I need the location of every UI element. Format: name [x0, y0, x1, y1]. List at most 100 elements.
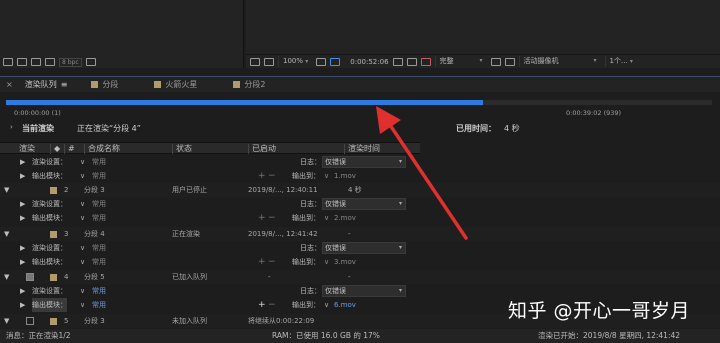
project-toolbar: 8 bpc: [0, 56, 244, 68]
mask-visibility-icon[interactable]: [330, 57, 341, 66]
log-label: 日志：: [300, 158, 321, 166]
queue-column-header: 渲染 ◆ # 合成名称 状态 已启动 渲染时间: [0, 142, 420, 154]
log-dropdown[interactable]: 仅错误 ▾: [322, 156, 406, 168]
resolution-select[interactable]: 完整 ▾: [434, 56, 487, 67]
comp-color-swatch: [233, 81, 241, 88]
show-snapshot-icon[interactable]: [406, 57, 417, 66]
output-file[interactable]: 3.mov: [334, 255, 356, 269]
tab-label: 渲染队列: [24, 80, 57, 89]
output-module-value[interactable]: 常用: [92, 298, 106, 312]
collapse-arrow-icon[interactable]: ▼: [4, 227, 9, 241]
expand-arrow-icon[interactable]: ▶: [20, 169, 25, 183]
add-output-icon[interactable]: +: [258, 255, 266, 269]
camera-select[interactable]: 活动摄像机 ▾: [518, 56, 601, 67]
tab-segment[interactable]: 分段: [83, 79, 134, 90]
project-settings-icon[interactable]: [45, 58, 55, 66]
remove-output-icon[interactable]: −: [268, 211, 276, 225]
col-status[interactable]: 状态: [172, 144, 192, 154]
queue-item-row[interactable]: ▼ 4 分段 5 已加入队列 - -: [0, 270, 720, 284]
collapse-arrow-icon[interactable]: ▼: [4, 314, 9, 328]
tab-label: 分段: [102, 80, 119, 89]
view-layout-select[interactable]: 1个... ▾: [604, 56, 637, 67]
output-module-label: 输出模块：: [32, 172, 67, 180]
new-composition-icon[interactable]: [31, 58, 41, 66]
queue-item-row[interactable]: ▼ 2 分段 3 用户已停止 2019/8/..., 12:40:11 4 秒: [0, 183, 720, 197]
output-file[interactable]: 1.mov: [334, 169, 356, 183]
render-checkbox[interactable]: [26, 317, 34, 325]
message-text: 消息：正在渲染1/2: [6, 331, 71, 340]
expand-arrow-icon[interactable]: ▶: [20, 155, 25, 169]
remove-output-icon[interactable]: −: [268, 255, 276, 269]
item-render-time: 4 秒: [348, 186, 362, 194]
always-preview-icon[interactable]: [250, 57, 260, 66]
interpret-footage-icon[interactable]: [3, 58, 13, 66]
output-module-label: 输出模块：: [32, 258, 67, 266]
expand-arrow-icon[interactable]: ▶: [20, 197, 25, 211]
render-settings-value[interactable]: 常用: [92, 284, 106, 298]
watermark-text: 知乎 @开心一哥岁月: [508, 300, 691, 322]
snapshot-icon[interactable]: [392, 57, 403, 66]
collapse-arrow-icon[interactable]: ▼: [4, 183, 9, 197]
label-color-swatch[interactable]: [50, 230, 57, 238]
add-output-icon[interactable]: +: [258, 211, 266, 225]
expand-arrow-icon[interactable]: ▶: [20, 211, 25, 225]
label-color-swatch[interactable]: [50, 317, 57, 325]
item-started: -: [268, 273, 271, 281]
zoom-select[interactable]: 100% ▾: [278, 56, 312, 67]
col-started[interactable]: 已启动: [248, 144, 276, 154]
queue-item-row[interactable]: ▼ 3 分段 4 正在渲染 2019/8/..., 12:41:42 -: [0, 227, 720, 241]
render-settings-value[interactable]: 常用: [92, 241, 106, 255]
bpc-button[interactable]: 8 bpc: [59, 57, 82, 67]
log-dropdown[interactable]: 仅错误 ▾: [322, 198, 406, 210]
tab-segment-2[interactable]: 分段2: [213, 79, 281, 90]
render-settings-value[interactable]: 常用: [92, 155, 106, 169]
expand-arrow-icon[interactable]: ▶: [20, 241, 25, 255]
item-number: 5: [64, 317, 69, 325]
render-checkbox[interactable]: [26, 273, 34, 281]
item-number: 4: [64, 273, 69, 281]
tab-render-queue[interactable]: 渲染队列 ≡: [17, 79, 84, 90]
remove-output-icon[interactable]: −: [268, 169, 276, 183]
expand-arrow-icon[interactable]: ▶: [20, 284, 25, 298]
col-render-time[interactable]: 渲染时间: [344, 144, 380, 154]
trash-icon[interactable]: [85, 58, 96, 66]
region-of-interest-icon[interactable]: [490, 57, 501, 66]
expand-arrow-icon[interactable]: ›: [10, 123, 13, 131]
panel-menu-icon[interactable]: ≡: [61, 80, 68, 89]
render-queue-status-bar: 消息：正在渲染1/2 RAM：已使用 16.0 GB 的 17% 渲染已开始：2…: [0, 329, 720, 343]
new-folder-icon[interactable]: [17, 58, 27, 66]
output-module-value[interactable]: 常用: [92, 211, 106, 225]
col-render[interactable]: 渲染: [16, 144, 35, 154]
label-color-swatch[interactable]: [50, 186, 57, 194]
expand-arrow-icon[interactable]: ▶: [20, 298, 25, 312]
grid-icon[interactable]: [316, 57, 327, 66]
monitor-icon[interactable]: [264, 57, 274, 66]
output-module-row: ▶ 输出模块： ∨ 常用 + − 输出到： ∨ 1.mov: [20, 169, 356, 183]
collapse-arrow-icon[interactable]: ▼: [4, 270, 9, 284]
expand-arrow-icon[interactable]: ▶: [20, 255, 25, 269]
add-output-icon[interactable]: +: [258, 169, 266, 183]
color-channels-icon[interactable]: [420, 57, 431, 66]
close-tab-icon[interactable]: ×: [0, 80, 17, 89]
output-file[interactable]: 6.mov: [334, 298, 356, 312]
col-comp-name[interactable]: 合成名称: [84, 144, 120, 154]
label-tag-icon[interactable]: ◆: [50, 144, 64, 154]
tab-rocket-mars[interactable]: 火箭火星: [134, 79, 213, 90]
item-status: 正在渲染: [172, 230, 200, 238]
col-number[interactable]: #: [64, 144, 75, 154]
transparency-grid-icon[interactable]: [504, 57, 515, 66]
progress-end-time: 0:00:39:02 (939): [566, 109, 622, 117]
current-timecode[interactable]: 0:00:52:06: [350, 58, 388, 66]
output-module-label: 输出模块：: [32, 298, 67, 312]
progress-start-time: 0:00:00:00 (1): [14, 109, 61, 117]
log-dropdown[interactable]: 仅错误 ▾: [322, 242, 406, 254]
output-module-value[interactable]: 常用: [92, 255, 106, 269]
label-color-swatch[interactable]: [50, 273, 57, 281]
output-file[interactable]: 2.mov: [334, 211, 356, 225]
output-module-value[interactable]: 常用: [92, 169, 106, 183]
output-module-label: 输出模块：: [32, 214, 67, 222]
render-settings-value[interactable]: 常用: [92, 197, 106, 211]
remove-output-icon[interactable]: −: [268, 298, 276, 312]
add-output-icon[interactable]: +: [258, 298, 266, 312]
log-dropdown[interactable]: 仅错误 ▾: [322, 285, 406, 297]
